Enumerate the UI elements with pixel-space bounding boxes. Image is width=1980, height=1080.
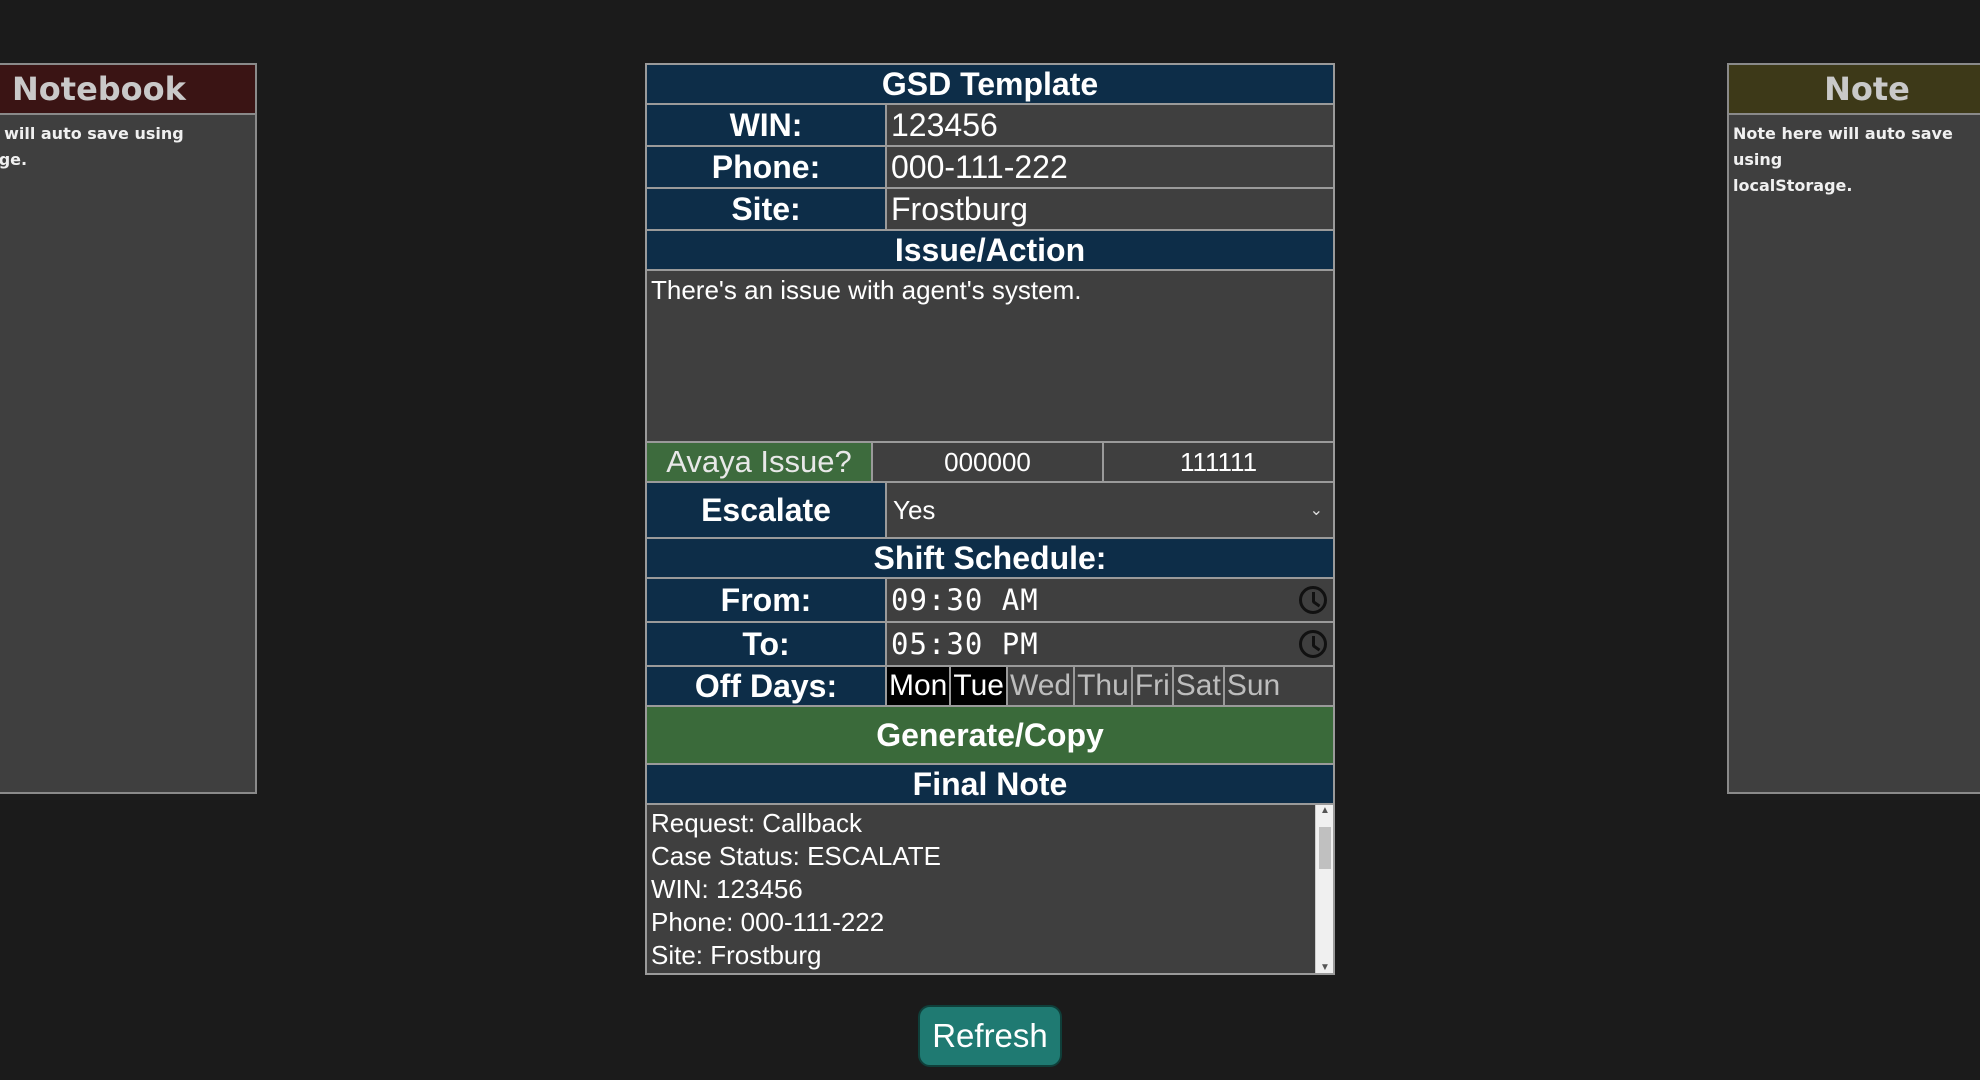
notebook-textarea[interactable]: te will auto save using rage. [0, 115, 255, 179]
win-input[interactable]: 123456 [887, 105, 1333, 145]
day-toggle-tue[interactable]: Tue [951, 667, 1008, 705]
day-toggle-sat[interactable]: Sat [1174, 667, 1225, 705]
issue-textarea[interactable]: There's an issue with agent's system. [647, 271, 1333, 441]
clock-icon[interactable] [1299, 586, 1327, 614]
notebook-title: Notebook [0, 65, 255, 115]
escalate-label: Escalate [647, 483, 887, 537]
site-input[interactable]: Frostburg [887, 189, 1333, 229]
note-textarea[interactable]: Note here will auto save using localStor… [1729, 115, 1980, 205]
avaya-input-1[interactable]: 000000 [873, 443, 1102, 481]
issue-header: Issue/Action [647, 231, 1333, 269]
day-toggle-mon[interactable]: Mon [887, 667, 952, 705]
final-note-line: Request: Callback [651, 808, 862, 838]
note-panel-right: Note Note here will auto save using loca… [1727, 63, 1980, 794]
from-time-value: 09:30 AM [891, 583, 1039, 617]
to-label: To: [647, 623, 887, 665]
template-title: GSD Template [647, 65, 1333, 103]
final-note-line: Site: Frostburg [651, 940, 822, 970]
site-label: Site: [647, 189, 887, 229]
final-note-header: Final Note [647, 765, 1333, 803]
escalate-select[interactable]: Yes ⌄ [887, 483, 1333, 537]
final-note-textarea[interactable]: Request: Callback Case Status: ESCALATE … [647, 805, 1333, 973]
scroll-down-icon[interactable]: ▼ [1316, 962, 1334, 973]
win-label: WIN: [647, 105, 887, 145]
scroll-thumb[interactable] [1319, 827, 1331, 869]
to-time-input[interactable]: 05:30 PM [887, 623, 1333, 665]
avaya-input-2[interactable]: 111111 [1102, 443, 1333, 481]
escalate-select-value: Yes [893, 494, 936, 525]
chevron-down-icon: ⌄ [1309, 502, 1323, 519]
final-note-line: Case Status: ESCALATE [651, 841, 941, 871]
day-toggle-thu[interactable]: Thu [1075, 667, 1133, 705]
clock-icon[interactable] [1299, 630, 1327, 658]
generate-copy-button[interactable]: Generate/Copy [647, 707, 1333, 763]
to-time-value: 05:30 PM [891, 627, 1039, 661]
final-note-line: Phone: 000-111-222 [651, 907, 885, 937]
from-label: From: [647, 579, 887, 621]
notebook-panel-left: Notebook te will auto save using rage. [0, 63, 257, 794]
gsd-template: GSD Template WIN: 123456 Phone: 000-111-… [645, 63, 1335, 975]
phone-input[interactable]: 000-111-222 [887, 147, 1333, 187]
off-days-label: Off Days: [647, 667, 887, 705]
phone-label: Phone: [647, 147, 887, 187]
day-toggle-sun[interactable]: Sun [1225, 667, 1282, 705]
refresh-button[interactable]: Refresh [918, 1005, 1062, 1067]
shift-schedule-header: Shift Schedule: [647, 539, 1333, 577]
day-toggle-wed[interactable]: Wed [1008, 667, 1076, 705]
note-title: Note [1729, 65, 1980, 115]
final-note-line: WIN: 123456 [651, 874, 803, 904]
avaya-issue-button[interactable]: Avaya Issue? [647, 443, 873, 481]
final-note-scrollbar[interactable]: ▲ ▼ [1315, 805, 1333, 973]
day-toggle-fri[interactable]: Fri [1133, 667, 1174, 705]
from-time-input[interactable]: 09:30 AM [887, 579, 1333, 621]
scroll-up-icon[interactable]: ▲ [1316, 805, 1334, 816]
off-days-selector: Mon Tue Wed Thu Fri Sat Sun [887, 667, 1333, 705]
